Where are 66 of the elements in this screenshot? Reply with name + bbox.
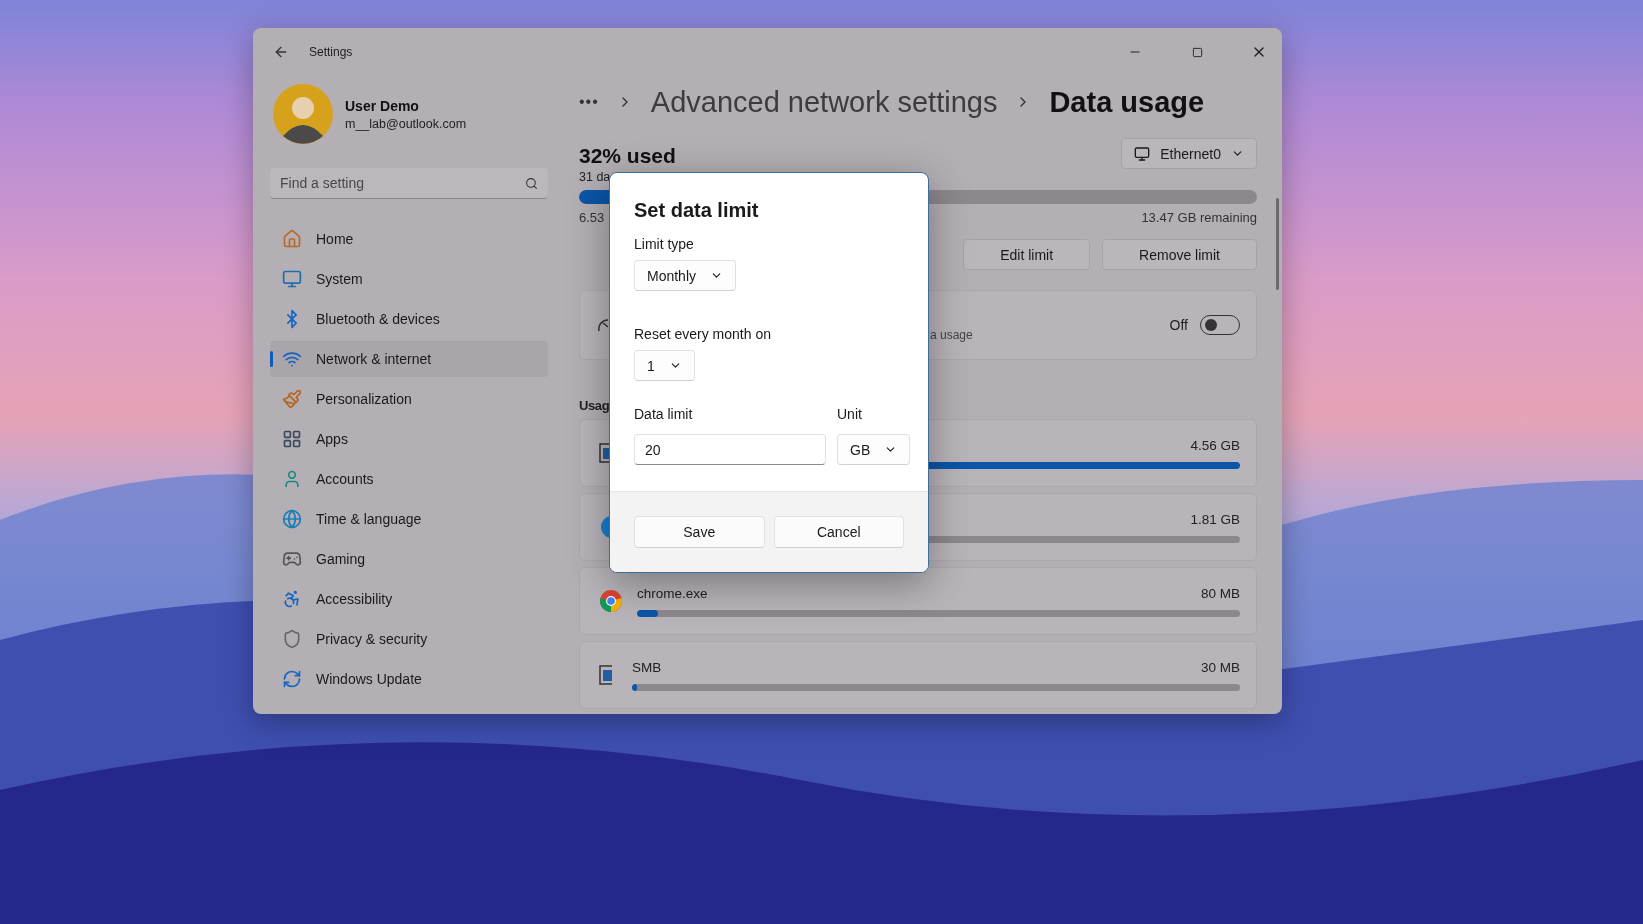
user-email: m__lab@outlook.com	[345, 116, 467, 131]
sidebar-item[interactable]: Personalization	[270, 381, 548, 417]
sidebar-item[interactable]: Gaming	[270, 541, 548, 577]
accessibility-icon	[282, 589, 302, 609]
used-amount: 6.53	[579, 210, 605, 225]
chrome-icon	[599, 589, 623, 613]
sidebar-item[interactable]: Privacy & security	[270, 621, 548, 657]
sidebar-item[interactable]: Apps	[270, 421, 548, 457]
app-name: SMB	[632, 659, 662, 676]
paintbrush-icon	[282, 389, 302, 409]
gauge-icon	[598, 317, 608, 333]
monitor-icon	[1134, 145, 1151, 162]
page-title: Data usage	[1049, 85, 1205, 119]
more-button[interactable]: •••	[579, 93, 599, 111]
gamepad-icon	[282, 549, 302, 569]
back-arrow-icon	[273, 44, 289, 60]
maximize-icon	[1191, 46, 1203, 58]
app-usage-amount: 1.81 GB	[1190, 511, 1240, 528]
sidebar-item[interactable]: Windows Update	[270, 661, 548, 697]
field-label: Reset every month on	[634, 326, 772, 342]
refresh-icon	[282, 669, 302, 689]
toggle-state-label: Off	[1169, 317, 1188, 333]
app-window-icon	[599, 664, 612, 686]
limit-button[interactable]: Remove limit	[1102, 239, 1257, 270]
sidebar-item[interactable]: Home	[270, 221, 548, 257]
window-title: Settings	[309, 45, 353, 59]
dialog-button[interactable]: Save	[634, 516, 765, 548]
scrollbar-thumb[interactable]	[1276, 198, 1279, 290]
limit-button[interactable]: Edit limit	[963, 239, 1091, 270]
user-name: User Demo	[345, 97, 420, 114]
field-label: Limit type	[634, 236, 695, 252]
app-usage-amount: 30 MB	[1200, 659, 1240, 676]
wifi-icon	[282, 349, 302, 369]
section-heading: Usag	[579, 398, 610, 413]
sidebar-item[interactable]: Accessibility	[270, 581, 548, 617]
sidebar-item[interactable]: Network & internet	[270, 341, 548, 377]
app-usage-amount: 4.56 GB	[1190, 437, 1240, 454]
sidebar-item[interactable]: System	[270, 261, 548, 297]
usage-period: 31 da	[579, 170, 612, 184]
sidebar-item[interactable]: Bluetooth & devices	[270, 301, 548, 337]
field-label: Data limit	[634, 406, 694, 422]
globe-clock-icon	[282, 509, 302, 529]
remaining-amount: 13.47 GB remaining	[1141, 210, 1257, 225]
app-name: chrome.exe	[637, 585, 708, 602]
unit-dropdown[interactable]: GB	[837, 434, 911, 465]
sidebar-item[interactable]: Time & language	[270, 501, 548, 537]
home-icon	[282, 229, 302, 249]
network-dropdown[interactable]: Ethernet0	[1121, 138, 1257, 169]
search-field[interactable]: Find a setting	[270, 168, 548, 199]
usage-percent: 32% used	[579, 144, 676, 168]
avatar-silhouette	[273, 84, 333, 144]
monitor-icon	[282, 269, 302, 289]
app-usage-amount: 80 MB	[1200, 585, 1240, 602]
field-label: Unit	[837, 406, 863, 422]
dialog-title: Set data limit	[634, 199, 760, 222]
search-icon	[525, 177, 538, 190]
card-description: a usage	[930, 328, 973, 342]
limit-type-dropdown[interactable]: Monthly	[634, 260, 737, 291]
apps-icon	[282, 429, 302, 449]
sidebar-item[interactable]: Accounts	[270, 461, 548, 497]
person-icon	[282, 469, 302, 489]
shield-icon	[282, 629, 302, 649]
data-limit-field[interactable]: 20	[634, 434, 826, 465]
dialog-button[interactable]: Cancel	[773, 516, 904, 548]
breadcrumb-link[interactable]: Advanced network settings	[650, 85, 998, 119]
reset-day-dropdown[interactable]: 1	[634, 350, 695, 381]
